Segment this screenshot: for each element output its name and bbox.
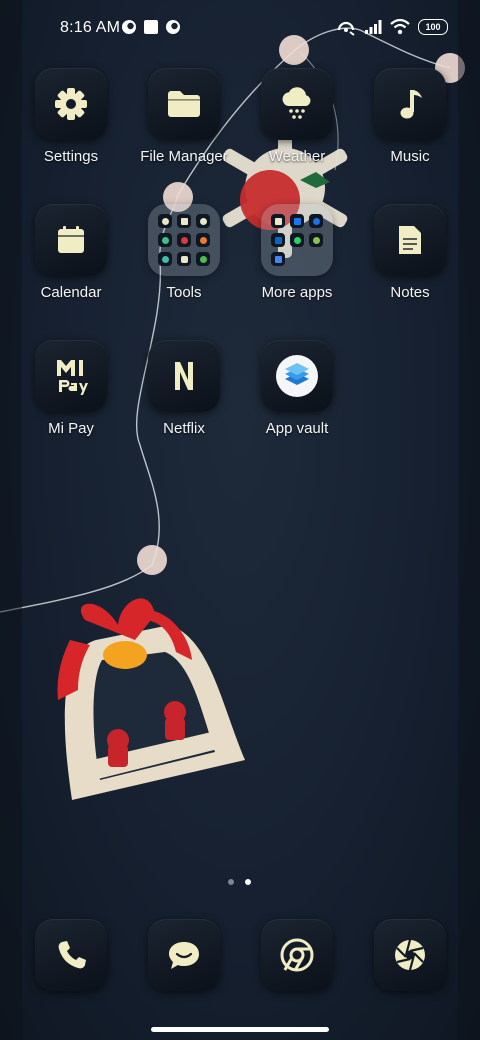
- app-vault-icon: [276, 355, 318, 397]
- notes-icon: [399, 226, 421, 254]
- folder-app-icon: [271, 233, 285, 247]
- app-weather[interactable]: Weather: [242, 68, 352, 165]
- notification-app-icon-2: [166, 20, 180, 34]
- folder-app-icon: [290, 252, 304, 266]
- music-tile[interactable]: [374, 68, 446, 140]
- calendar-icon: [58, 226, 84, 253]
- more-apps-folder-preview[interactable]: [261, 204, 333, 276]
- hotspot-icon: [337, 21, 355, 36]
- folder-app-icon: [158, 233, 172, 247]
- app-label: Settings: [43, 148, 99, 165]
- app-label: Netflix: [163, 420, 205, 437]
- folder-app-icon: [158, 214, 172, 228]
- calendar-tile[interactable]: [35, 204, 107, 276]
- dock-messaging[interactable]: [129, 919, 239, 991]
- app-vault-tile[interactable]: [261, 340, 333, 412]
- weather-tile[interactable]: [261, 68, 333, 140]
- mi-pay-logo-icon: [57, 360, 88, 395]
- page-dot-active[interactable]: [245, 879, 251, 885]
- folder-app-icon: [196, 252, 210, 266]
- chrome-icon: [280, 938, 314, 972]
- home-gesture-bar[interactable]: [151, 1027, 329, 1032]
- app-settings[interactable]: Settings: [16, 68, 126, 165]
- folder-app-icon: [177, 214, 191, 228]
- netflix-tile[interactable]: [148, 340, 220, 412]
- music-note-icon: [400, 90, 422, 119]
- app-label: File Manager: [140, 148, 228, 165]
- page-indicator: [228, 879, 251, 885]
- page-dot[interactable]: [228, 879, 234, 885]
- dock-browser[interactable]: [242, 919, 352, 991]
- phone-tile[interactable]: [35, 919, 107, 991]
- folder-app-icon: [177, 252, 191, 266]
- dock-phone[interactable]: [16, 919, 126, 991]
- app-label: Notes: [390, 284, 430, 301]
- signal-icon: [365, 20, 382, 34]
- folder-app-icon: [177, 233, 191, 247]
- app-mi-pay[interactable]: Mi Pay: [16, 340, 126, 437]
- app-label: Music: [390, 148, 430, 165]
- folder-app-icon: [290, 233, 304, 247]
- folder-app-icon: [309, 252, 323, 266]
- phone-icon: [58, 941, 86, 969]
- app-music[interactable]: Music: [355, 68, 465, 165]
- app-netflix[interactable]: Netflix: [129, 340, 239, 437]
- folder-app-icon: [271, 214, 285, 228]
- status-time: 8:16 AM: [60, 19, 121, 36]
- browser-tile[interactable]: [261, 919, 333, 991]
- settings-tile[interactable]: [35, 68, 107, 140]
- battery-indicator: 100: [418, 19, 448, 35]
- folder-app-icon: [290, 214, 304, 228]
- folder-tools[interactable]: Tools: [129, 204, 239, 301]
- folder-app-icon: [158, 252, 172, 266]
- snow-cloud-icon: [282, 87, 311, 119]
- folder-label: Tools: [166, 284, 202, 301]
- gear-icon: [55, 88, 87, 120]
- folder-app-icon: [196, 233, 210, 247]
- notification-icons: [121, 19, 181, 35]
- message-bubble-icon: [169, 942, 199, 969]
- folder-app-icon: [309, 233, 323, 247]
- file-manager-tile[interactable]: [148, 68, 220, 140]
- app-notes[interactable]: Notes: [355, 204, 465, 301]
- folder-more-apps[interactable]: More apps: [242, 204, 352, 301]
- notification-square-icon: [144, 20, 158, 34]
- folder-icon: [168, 91, 200, 117]
- notes-tile[interactable]: [374, 204, 446, 276]
- folder-app-icon: [196, 214, 210, 228]
- mi-pay-tile[interactable]: [35, 340, 107, 412]
- app-label: Weather: [268, 148, 326, 165]
- system-icons: 100: [336, 18, 448, 36]
- app-label: Calendar: [40, 284, 102, 301]
- folder-app-icon: [309, 214, 323, 228]
- app-vault[interactable]: App vault: [242, 340, 352, 437]
- folder-label: More apps: [261, 284, 333, 301]
- notification-app-icon: [122, 20, 136, 34]
- tools-folder-preview[interactable]: [148, 204, 220, 276]
- app-label: Mi Pay: [48, 420, 94, 437]
- messaging-tile[interactable]: [148, 919, 220, 991]
- netflix-logo-icon: [175, 362, 193, 390]
- camera-shutter-icon: [395, 939, 425, 971]
- dock-camera[interactable]: [355, 919, 465, 991]
- app-calendar[interactable]: Calendar: [16, 204, 126, 301]
- folder-app-icon: [271, 252, 285, 266]
- wifi-icon: [390, 19, 410, 35]
- status-bar: 8:16 AM 100: [0, 0, 480, 56]
- camera-tile[interactable]: [374, 919, 446, 991]
- app-label: App vault: [265, 420, 329, 437]
- app-file-manager[interactable]: File Manager: [129, 68, 239, 165]
